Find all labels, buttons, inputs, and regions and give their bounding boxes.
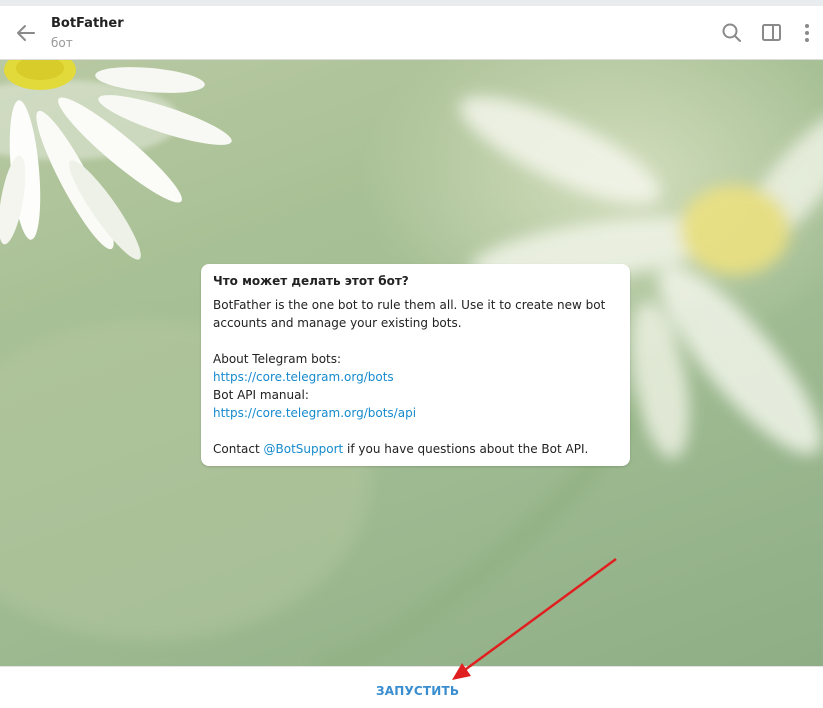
botsupport-link[interactable]: @BotSupport (264, 442, 344, 456)
contact-suffix: if you have questions about the Bot API. (343, 442, 589, 456)
start-button[interactable]: ЗАПУСТИТЬ (376, 684, 459, 698)
manual-label: Bot API manual: (213, 388, 309, 402)
contact-prefix: Contact (213, 442, 264, 456)
bot-description-bubble: Что может делать этот бот? BotFather is … (201, 264, 630, 466)
bottom-bar: ЗАПУСТИТЬ (0, 666, 823, 708)
chat-area: Что может делать этот бот? BotFather is … (0, 60, 823, 666)
about-link[interactable]: https://core.telegram.org/bots (213, 370, 394, 384)
back-arrow-icon[interactable] (14, 22, 38, 44)
chat-title[interactable]: BotFather (51, 16, 124, 31)
more-vertical-icon[interactable] (798, 22, 816, 44)
chat-header: BotFather бот (0, 6, 823, 60)
manual-link[interactable]: https://core.telegram.org/bots/api (213, 406, 416, 420)
search-icon[interactable] (721, 22, 743, 44)
bubble-title: Что может делать этот бот? (213, 274, 409, 288)
side-panel-icon[interactable] (761, 22, 783, 44)
contact-line: Contact @BotSupport if you have question… (213, 440, 618, 458)
intro-line-2: accounts and manage your existing bots. (213, 316, 462, 330)
intro-line-1: BotFather is the one bot to rule them al… (213, 298, 606, 312)
about-label: About Telegram bots: (213, 352, 342, 366)
chat-subtitle: бот (51, 36, 73, 50)
